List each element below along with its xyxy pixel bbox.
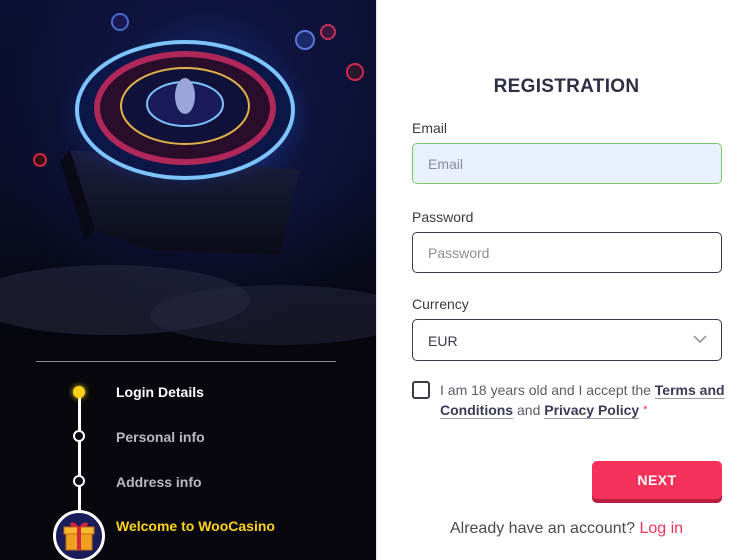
step-dot-personal-info	[73, 430, 85, 442]
step-login-details: Login Details	[116, 384, 204, 400]
gift-badge	[53, 510, 105, 560]
step-personal-info: Personal info	[116, 429, 205, 445]
currency-selected-value: EUR	[428, 333, 458, 349]
currency-label: Currency	[412, 296, 469, 312]
chevron-down-icon	[693, 335, 707, 344]
email-label: Email	[412, 120, 448, 136]
password-label: Password	[412, 209, 474, 225]
currency-select[interactable]: EUR	[412, 319, 722, 361]
step-address-info: Address info	[116, 474, 202, 490]
registration-panel: REGISTRATION Email Password Currency EUR…	[376, 0, 755, 560]
promo-panel: Login Details Personal info Address info…	[0, 0, 376, 560]
step-dot-address-info	[73, 475, 85, 487]
gift-icon	[63, 522, 95, 551]
login-link[interactable]: Log in	[639, 520, 683, 537]
consent-text-before: I am 18 years old and I accept the	[440, 382, 655, 398]
roulette-illustration	[0, 0, 376, 345]
form-title: REGISTRATION	[493, 76, 640, 97]
login-prompt: Already have an account? Log in	[377, 520, 755, 538]
steps-divider	[36, 361, 336, 362]
email-field[interactable]	[412, 143, 722, 184]
password-field[interactable]	[412, 232, 722, 273]
roulette-wheel-icon	[0, 13, 376, 345]
consent-text: I am 18 years old and I accept the Terms…	[440, 380, 730, 420]
consent-text-middle: and	[513, 402, 545, 418]
privacy-policy-link[interactable]: Privacy Policy	[544, 402, 639, 418]
age-terms-checkbox[interactable]	[412, 381, 430, 399]
next-button[interactable]: NEXT	[592, 461, 722, 499]
step-welcome: Welcome to WooCasino	[116, 518, 275, 534]
login-prompt-text: Already have an account?	[449, 520, 640, 537]
required-mark: *	[643, 404, 648, 416]
step-dot-login-details	[73, 386, 85, 398]
